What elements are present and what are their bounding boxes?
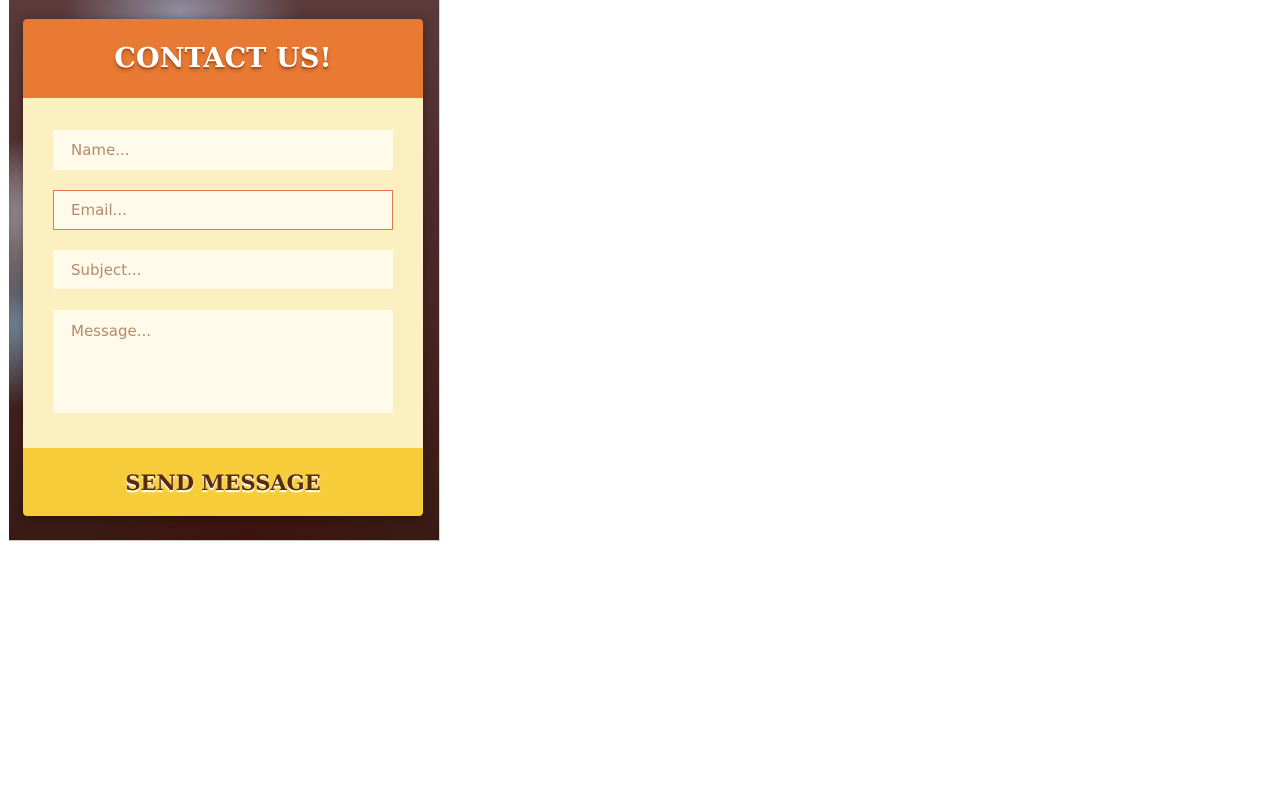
message-textarea[interactable]: Message... [53, 310, 393, 413]
send-message-label: SEND MESSAGE [125, 469, 321, 495]
send-message-button[interactable]: SEND MESSAGE [23, 448, 423, 516]
subject-field[interactable]: Subject... [53, 250, 393, 289]
form-header: CONTACT US! [23, 19, 423, 98]
message-placeholder: Message... [71, 322, 152, 340]
name-placeholder: Name... [71, 141, 130, 159]
email-placeholder: Email... [71, 201, 127, 219]
form-body: Name... Email... Subject... Message... [23, 98, 423, 448]
subject-placeholder: Subject... [71, 260, 142, 279]
email-field[interactable]: Email... [53, 190, 393, 230]
contact-form: CONTACT US! Name... Email... Subject... … [23, 19, 423, 516]
form-title: CONTACT US! [114, 43, 332, 74]
name-field[interactable]: Name... [53, 130, 393, 170]
